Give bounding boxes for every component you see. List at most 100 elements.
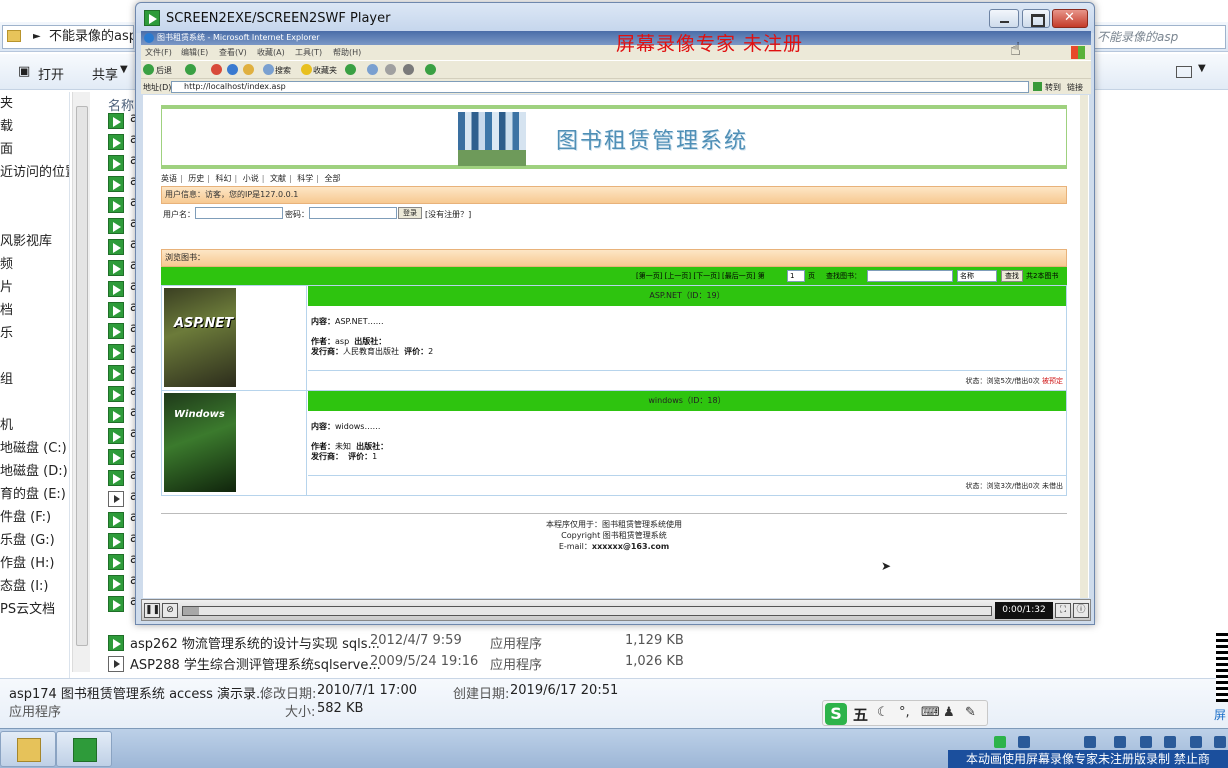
login-button[interactable]: 登录 xyxy=(398,207,422,219)
search-icon[interactable] xyxy=(263,64,274,75)
nav-item[interactable]: 乐 xyxy=(0,322,69,345)
nav-item-drive-e[interactable]: 育的盘 (E:) xyxy=(0,483,69,506)
password-input[interactable] xyxy=(309,207,397,219)
search-field-select[interactable]: 名称 xyxy=(957,270,997,282)
nav-item-drive-f[interactable]: 件盘 (F:) xyxy=(0,506,69,529)
nav-item[interactable]: 档 xyxy=(0,299,69,322)
book-cover-image[interactable]: ASP.NET xyxy=(164,288,236,387)
favorites-button[interactable]: 收藏夹 xyxy=(313,65,337,76)
open-button[interactable]: 打开 xyxy=(38,64,64,83)
battery-icon[interactable] xyxy=(1214,736,1226,748)
ime-toolbar[interactable]: S 五 ☾ °, ⌨ ♟ ✎ xyxy=(822,700,988,726)
email-value[interactable]: xxxxxx@163.com xyxy=(592,542,669,551)
address-field[interactable]: ► 不能录像的asp xyxy=(2,25,134,49)
taskbar-player-button[interactable] xyxy=(56,731,112,767)
media-icon[interactable] xyxy=(345,64,356,75)
nav-scrollbar[interactable] xyxy=(72,92,90,672)
search-books-input[interactable] xyxy=(867,270,953,282)
nav-item[interactable]: 组 xyxy=(0,368,69,391)
print-icon[interactable] xyxy=(403,64,414,75)
menu-view[interactable]: 查看(V) xyxy=(219,47,247,58)
nav-item-cloud-docs[interactable]: PS云文档 xyxy=(0,598,69,621)
nav-item-drive-g[interactable]: 乐盘 (G:) xyxy=(0,529,69,552)
nav-item-drive-h[interactable]: 作盘 (H:) xyxy=(0,552,69,575)
home-icon[interactable] xyxy=(243,64,254,75)
progress-track[interactable] xyxy=(182,606,992,616)
nav-item-drive-i[interactable]: 态盘 (I:) xyxy=(0,575,69,598)
category-link[interactable]: 历史 xyxy=(188,174,204,183)
back-arrow-icon[interactable] xyxy=(143,64,154,75)
punctuation-icon[interactable]: °, xyxy=(899,705,910,720)
ie-scrollbar[interactable] xyxy=(1080,95,1088,598)
nav-item[interactable]: 风影视库 xyxy=(0,230,69,253)
nav-item[interactable] xyxy=(0,391,69,414)
nav-item[interactable]: 面 xyxy=(0,138,69,161)
stop-button[interactable]: ⊘ xyxy=(162,603,178,618)
forward-arrow-icon[interactable] xyxy=(185,64,196,75)
view-options-icon[interactable] xyxy=(1176,66,1192,78)
display-icon[interactable] xyxy=(1164,736,1176,748)
mail-icon[interactable] xyxy=(385,64,396,75)
info-icon[interactable]: ⓘ xyxy=(1073,603,1089,618)
menu-file[interactable]: 文件(F) xyxy=(145,47,172,58)
category-link[interactable]: 英语 xyxy=(161,174,177,183)
moon-icon[interactable]: ☾ xyxy=(877,705,889,720)
username-input[interactable] xyxy=(195,207,283,219)
search-button[interactable]: 搜索 xyxy=(275,65,291,76)
history-icon[interactable] xyxy=(367,64,378,75)
category-link[interactable]: 小说 xyxy=(243,174,259,183)
nav-item[interactable]: 机 xyxy=(0,414,69,437)
fullscreen-icon[interactable]: ⛶ xyxy=(1055,603,1071,618)
list-item[interactable]: ASP288 学生综合测评管理系统sqlserve... 2009/5/24 1… xyxy=(108,653,808,674)
pause-button[interactable]: ❚❚ xyxy=(144,603,160,618)
nav-item-drive-c[interactable]: 地磁盘 (C:) xyxy=(0,437,69,460)
user-icon[interactable]: ♟ xyxy=(943,705,955,720)
favorites-star-icon[interactable] xyxy=(301,64,312,75)
minimize-button[interactable] xyxy=(989,9,1019,28)
page-select[interactable]: 1 xyxy=(787,270,805,282)
list-item[interactable]: asp262 物流管理系统的设计与实现 sqls... 2012/4/7 9:5… xyxy=(108,632,808,653)
maximize-button[interactable] xyxy=(1022,9,1050,28)
go-button[interactable]: 转到 xyxy=(1033,82,1061,93)
category-link[interactable]: 文献 xyxy=(270,174,286,183)
search-input[interactable]: 不能录像的asp xyxy=(1094,25,1226,49)
nav-item[interactable] xyxy=(0,207,69,230)
player-title-bar[interactable]: SCREEN2EXE/SCREEN2SWF Player xyxy=(136,3,1094,33)
book-title[interactable]: ASP.NET（ID：19） xyxy=(308,286,1066,306)
category-link[interactable]: 科学 xyxy=(297,174,313,183)
menu-help[interactable]: 帮助(H) xyxy=(333,47,361,58)
sogou-tray-icon[interactable] xyxy=(994,736,1006,748)
help-icon[interactable] xyxy=(1018,736,1030,748)
links-button[interactable]: 链接 xyxy=(1067,82,1083,93)
chevron-down-icon[interactable]: ▼ xyxy=(1198,63,1206,74)
book-title[interactable]: windows（ID：18） xyxy=(308,391,1066,411)
stop-icon[interactable] xyxy=(211,64,222,75)
category-link[interactable]: 全部 xyxy=(325,174,341,183)
close-button[interactable] xyxy=(1052,9,1088,28)
category-link[interactable]: 科幻 xyxy=(216,174,232,183)
monitor-icon[interactable] xyxy=(1114,736,1126,748)
search-books-button[interactable]: 查找 xyxy=(1001,270,1023,282)
nav-item[interactable] xyxy=(0,345,69,368)
ime-mode[interactable]: 五 xyxy=(853,704,868,725)
nav-item[interactable] xyxy=(0,184,69,207)
register-link[interactable]: [没有注册？] xyxy=(425,209,471,220)
scroll-thumb[interactable] xyxy=(76,106,88,646)
ie-url-input[interactable]: http://localhost/index.asp xyxy=(171,81,1029,93)
flag-icon[interactable] xyxy=(1140,736,1152,748)
pager-links[interactable]: [第一页] [上一页] [下一页] [最后一页] 第 xyxy=(636,271,765,281)
menu-edit[interactable]: 编辑(E) xyxy=(181,47,208,58)
volume-icon[interactable] xyxy=(1190,736,1202,748)
menu-tools[interactable]: 工具(T) xyxy=(295,47,322,58)
network-icon[interactable] xyxy=(1084,736,1096,748)
nav-item[interactable]: 片 xyxy=(0,276,69,299)
messenger-icon[interactable] xyxy=(425,64,436,75)
book-cover-image[interactable]: Windows xyxy=(164,393,236,492)
nav-item[interactable]: 近访问的位置 xyxy=(0,161,69,184)
nav-item[interactable]: 载 xyxy=(0,115,69,138)
share-button[interactable]: 共享 xyxy=(92,64,118,83)
nav-item-drive-d[interactable]: 地磁盘 (D:) xyxy=(0,460,69,483)
refresh-icon[interactable] xyxy=(227,64,238,75)
nav-item[interactable]: 夹 xyxy=(0,92,69,115)
back-button[interactable]: 后退 xyxy=(156,65,172,76)
